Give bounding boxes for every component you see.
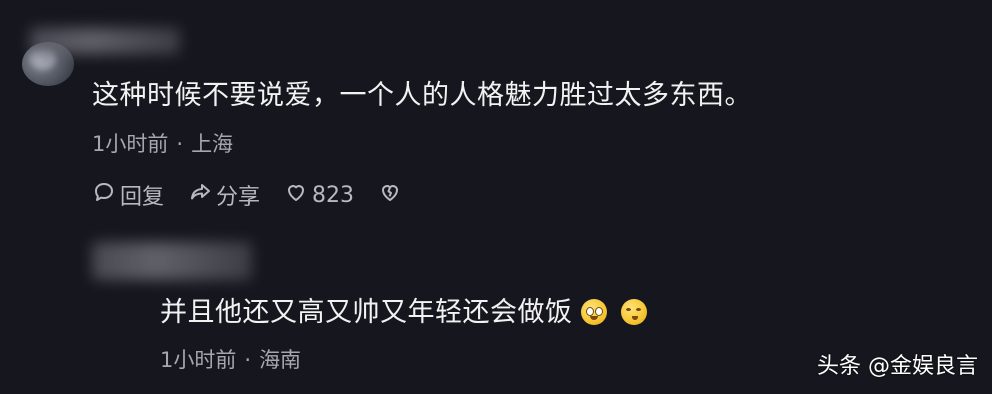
reply-location: 海南 xyxy=(259,348,302,372)
reply-text: 并且他还又高又帅又年轻还会做饭 xyxy=(160,297,573,328)
watermark: 头条 @金娱良言 xyxy=(817,354,978,379)
pleading-face-emoji xyxy=(580,299,607,325)
comments-page: 这种时候不要说爱，一个人的人格魅力胜过太多东西。 1小时前 · 上海 回复 分享 xyxy=(0,0,992,394)
comment-actions: 回复 分享 823 xyxy=(92,179,430,211)
blurred-username[interactable] xyxy=(92,242,252,280)
reply-label: 回复 xyxy=(120,185,165,210)
share-arrow-icon xyxy=(188,180,216,210)
share-button[interactable]: 分享 xyxy=(188,179,260,211)
blurred-username[interactable] xyxy=(30,28,180,54)
comment-time: 1小时前 xyxy=(92,132,169,156)
broken-heart-icon xyxy=(378,180,406,210)
chat-bubble-icon xyxy=(92,180,120,210)
dislike-button[interactable] xyxy=(378,180,406,210)
meta-separator: · xyxy=(244,348,252,372)
comment-meta: 1小时前 · 上海 xyxy=(92,128,233,158)
like-button[interactable]: 823 xyxy=(284,180,354,210)
meta-separator: · xyxy=(176,132,184,156)
comment-location: 上海 xyxy=(191,132,234,156)
like-count: 823 xyxy=(312,182,355,208)
reply-time: 1小时前 xyxy=(160,348,237,372)
share-label: 分享 xyxy=(216,185,261,210)
reply-comment-text: 并且他还又高又帅又年轻还会做饭 xyxy=(160,290,647,329)
thinking-face-emoji xyxy=(620,299,647,325)
heart-icon xyxy=(284,180,312,210)
reply-button[interactable]: 回复 xyxy=(92,179,164,211)
comment-text: 这种时候不要说爱，一个人的人格魅力胜过太多东西。 xyxy=(92,80,752,111)
reply-meta: 1小时前 · 海南 xyxy=(160,344,301,374)
